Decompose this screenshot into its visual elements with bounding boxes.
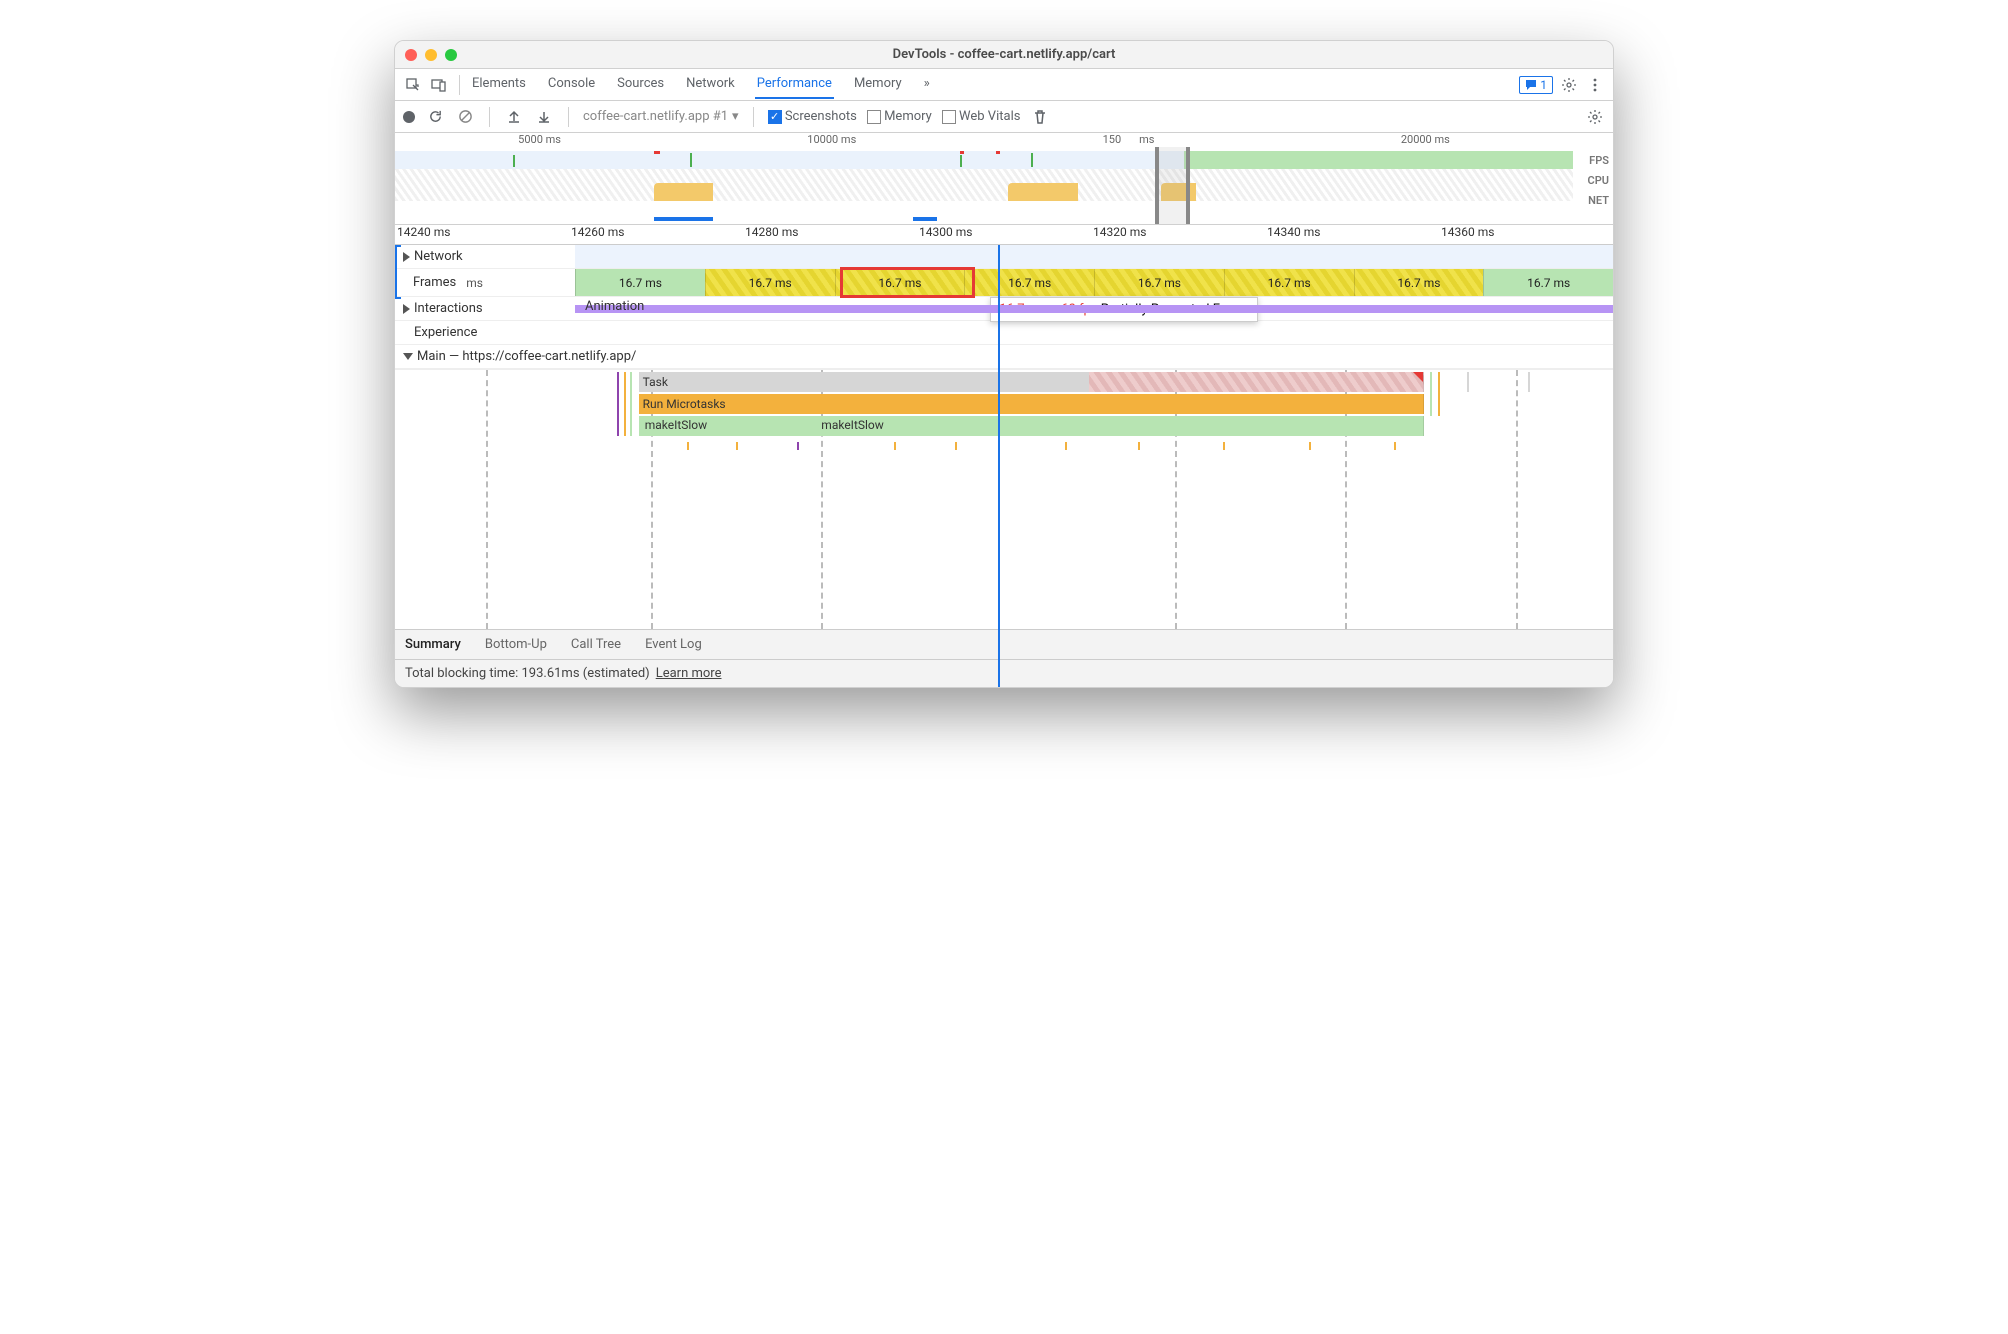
tab-sources[interactable]: Sources <box>615 70 666 99</box>
record-button[interactable] <box>403 111 415 123</box>
flame-microtasks[interactable]: Run Microtasks <box>639 394 1425 414</box>
perf-toolbar: coffee-cart.netlify.app #1▾ ✓ Screenshot… <box>395 101 1613 133</box>
chevron-right-icon <box>403 252 410 262</box>
tab-bottomup[interactable]: Bottom-Up <box>485 637 547 652</box>
main-toolbar: Elements Console Sources Network Perform… <box>395 69 1613 101</box>
flame-fn-1[interactable]: makeItSlow <box>645 418 707 432</box>
overview-minimap[interactable]: 5000 ms 10000 ms 150ms 20000 ms FPS <box>395 133 1613 225</box>
flame-task-long[interactable] <box>1089 372 1424 392</box>
frames-strip[interactable]: 16.7 ms 16.7 ms 16.7 ms 16.7 ms 16.7 ms … <box>575 269 1613 296</box>
reload-icon[interactable] <box>425 107 445 127</box>
flame-fn-2[interactable]: makeItSlow <box>821 418 883 432</box>
chat-icon <box>1525 79 1537 91</box>
more-icon[interactable] <box>1585 75 1605 95</box>
titlebar: DevTools - coffee-cart.netlify.app/cart <box>395 41 1613 69</box>
overview-labels: FPS CPU NET <box>1588 151 1609 211</box>
issues-button[interactable]: 1 <box>1519 76 1553 94</box>
delete-icon[interactable] <box>1030 107 1050 127</box>
settings-icon[interactable] <box>1559 75 1579 95</box>
chevron-down-icon <box>403 353 413 360</box>
track-main-header[interactable]: Main — https://coffee-cart.netlify.app/ <box>395 345 1613 369</box>
tab-eventlog[interactable]: Event Log <box>645 637 702 652</box>
blocking-time: Total blocking time: 193.61ms (estimated… <box>405 666 650 681</box>
memory-checkbox[interactable]: Memory <box>867 109 932 124</box>
inspect-icon[interactable] <box>403 75 423 95</box>
track-network[interactable]: Network <box>395 245 1613 269</box>
details-tabs: Summary Bottom-Up Call Tree Event Log <box>395 629 1613 659</box>
capture-settings-icon[interactable] <box>1585 107 1605 127</box>
device-toggle-icon[interactable] <box>429 75 449 95</box>
track-frames[interactable]: Frames ms 16.7 ms 16.7 ms 16.7 ms 16.7 m… <box>395 269 1613 297</box>
download-icon[interactable] <box>534 107 554 127</box>
screenshots-checkbox[interactable]: ✓ Screenshots <box>768 109 857 124</box>
tab-console[interactable]: Console <box>546 70 597 99</box>
issues-count: 1 <box>1540 78 1547 92</box>
tab-calltree[interactable]: Call Tree <box>571 637 621 652</box>
learn-more-link[interactable]: Learn more <box>656 666 722 681</box>
webvitals-checkbox[interactable]: Web Vitals <box>942 109 1021 124</box>
track-interactions[interactable]: Interactions Animation <box>395 297 1613 321</box>
recording-select[interactable]: coffee-cart.netlify.app #1▾ <box>583 109 739 124</box>
chevron-right-icon <box>403 304 410 314</box>
panel-tabs: Elements Console Sources Network Perform… <box>470 70 1513 99</box>
animation-event[interactable]: Animation <box>585 299 644 314</box>
tabs-overflow[interactable]: » <box>922 70 932 99</box>
tab-summary[interactable]: Summary <box>405 637 461 652</box>
tab-network[interactable]: Network <box>684 70 737 99</box>
upload-icon[interactable] <box>504 107 524 127</box>
flame-js-row[interactable] <box>639 416 1425 436</box>
overview-ticks: 5000 ms 10000 ms 150ms 20000 ms <box>395 133 1573 147</box>
window-title: DevTools - coffee-cart.netlify.app/cart <box>395 47 1613 62</box>
overview-selection[interactable] <box>1155 147 1190 224</box>
time-ruler[interactable]: 14240 ms14260 ms14280 ms14300 ms14320 ms… <box>395 225 1613 245</box>
tab-performance[interactable]: Performance <box>755 70 834 99</box>
chevron-down-icon: ▾ <box>732 109 739 124</box>
bracket-icon <box>395 245 401 299</box>
tab-memory[interactable]: Memory <box>852 70 904 99</box>
status-bar: Total blocking time: 193.61ms (estimated… <box>395 659 1613 687</box>
devtools-window: DevTools - coffee-cart.netlify.app/cart … <box>394 40 1614 688</box>
track-experience[interactable]: Experience <box>395 321 1613 345</box>
flame-chart[interactable]: Task Run Microtasks makeItSlow makeItSlo… <box>395 369 1613 629</box>
tab-elements[interactable]: Elements <box>470 70 528 99</box>
clear-icon[interactable] <box>455 107 475 127</box>
timeline: Network Frames ms 16.7 ms 16.7 ms 16.7 m… <box>395 245 1613 629</box>
